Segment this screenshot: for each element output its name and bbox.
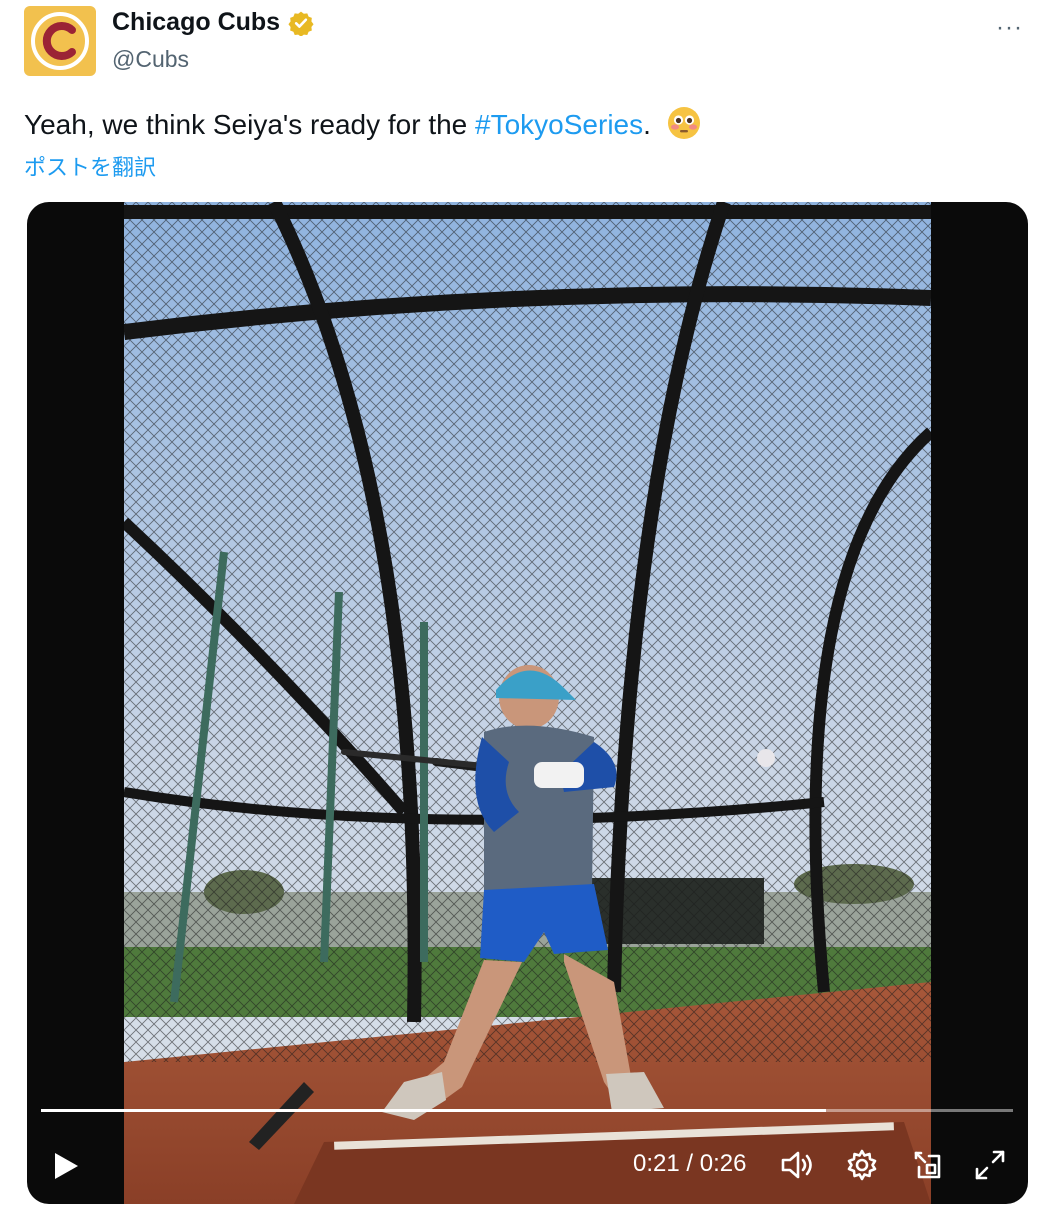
avatar[interactable]	[24, 6, 96, 76]
picture-in-picture-button[interactable]	[911, 1148, 945, 1187]
cubs-logo-icon	[31, 12, 89, 70]
post-text-tail: .	[643, 108, 651, 140]
settings-button[interactable]	[845, 1148, 879, 1187]
more-options-icon[interactable]: ···	[996, 14, 1023, 42]
video-time: 0:21 / 0:26	[633, 1150, 747, 1177]
handle[interactable]: @Cubs	[112, 46, 189, 73]
post-text-body: Yeah, we think Seiya's ready for the	[24, 108, 476, 140]
play-button[interactable]	[51, 1150, 81, 1187]
volume-icon	[781, 1151, 812, 1179]
fullscreen-icon	[975, 1150, 1005, 1180]
verified-badge-icon	[288, 11, 314, 36]
flushed-face-emoji-icon	[667, 106, 701, 147]
play-icon	[55, 1153, 78, 1179]
video-progress-fill	[41, 1109, 827, 1112]
video-progress-bar[interactable]	[41, 1109, 1013, 1112]
post-text: Yeah, we think Seiya's ready for the #To…	[24, 106, 701, 147]
name-row: Chicago Cubs	[112, 8, 314, 37]
fullscreen-button[interactable]	[973, 1148, 1007, 1187]
volume-button[interactable]	[779, 1148, 815, 1187]
picture-in-picture-icon	[914, 1151, 941, 1179]
display-name[interactable]: Chicago Cubs	[112, 8, 280, 37]
video-controls: 0:21 / 0:26	[27, 1142, 1028, 1192]
video-player[interactable]: 0:21 / 0:26	[27, 202, 1028, 1204]
gear-icon	[847, 1149, 877, 1181]
hashtag-link[interactable]: #TokyoSeries	[475, 109, 643, 140]
video-frame	[124, 202, 931, 1204]
translate-post-link[interactable]: ポストを翻訳	[24, 150, 156, 182]
post-header: Chicago Cubs @Cubs ···	[0, 0, 1046, 90]
